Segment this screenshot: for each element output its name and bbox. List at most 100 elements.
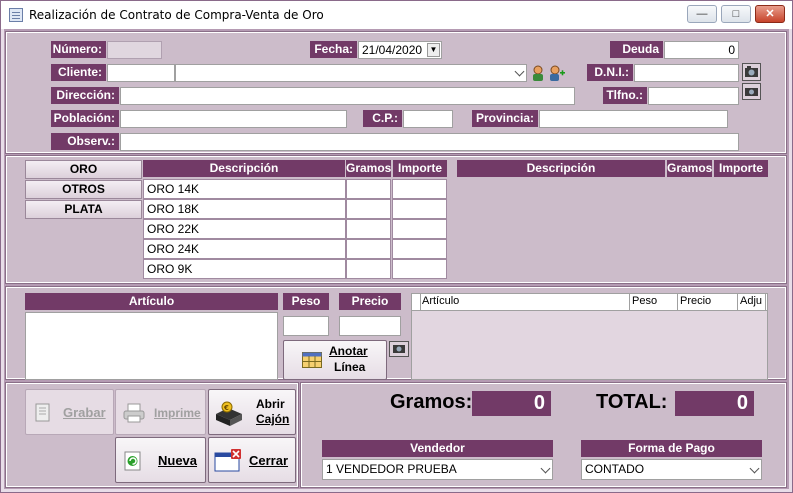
table-grid-icon (302, 352, 322, 368)
lines-col-adju: Adju (740, 295, 763, 307)
title-bar: Realización de Contrato de Compra-Venta … (1, 1, 792, 29)
imprime-label: Imprime (154, 406, 201, 420)
grabar-label: Grabar (63, 405, 106, 420)
window-title: Realización de Contrato de Compra-Venta … (29, 8, 324, 22)
table-row-gramos[interactable] (346, 259, 391, 279)
cliente-name-combobox[interactable] (175, 64, 527, 82)
contract-window: Realización de Contrato de Compra-Venta … (0, 0, 793, 493)
cliente-label: Cliente: (51, 64, 106, 81)
forma-pago-value: CONTADO (585, 462, 645, 476)
grabar-button[interactable]: Grabar (25, 389, 114, 435)
numero-label: Número: (51, 41, 106, 58)
cerrar-label: Cerrar (249, 453, 289, 468)
tlfno-input[interactable] (648, 87, 739, 105)
client-area: Número: Fecha: 21/04/2020 ▼ Deuda 0 Clie… (4, 29, 789, 489)
deuda-label: Deuda (610, 41, 663, 58)
table-row-importe[interactable] (392, 219, 447, 239)
printer-icon (123, 403, 145, 423)
peso-header: Peso (283, 293, 329, 310)
articulo-list[interactable] (25, 312, 278, 380)
cerrar-button[interactable]: Cerrar (208, 437, 296, 483)
vendedor-value: 1 VENDEDOR PRUEBA (326, 462, 457, 476)
dni-input[interactable] (634, 64, 739, 82)
cp-input[interactable] (403, 110, 453, 128)
fecha-date-picker[interactable]: 21/04/2020 ▼ (358, 41, 442, 59)
table-row-importe[interactable] (392, 199, 447, 219)
category-plata-button[interactable]: PLATA (25, 200, 142, 219)
table-row-descripcion[interactable]: ORO 22K (143, 219, 346, 239)
table-row-gramos[interactable] (346, 239, 391, 259)
table-row-descripcion[interactable]: ORO 24K (143, 239, 346, 259)
table-row-importe[interactable] (392, 259, 447, 279)
total-label: TOTAL: (596, 391, 668, 413)
chevron-down-icon (514, 66, 525, 77)
category-oro-button[interactable]: ORO (25, 160, 142, 179)
imprime-button[interactable]: Imprime (115, 389, 206, 435)
anotar-label: Anotar (329, 344, 368, 358)
anotar-linea-button[interactable]: Anotar Línea (283, 340, 387, 380)
right-col-importe-header: Importe (714, 160, 768, 177)
poblacion-input[interactable] (120, 110, 347, 128)
abrir-label: Abrir (256, 397, 285, 411)
articulo-header: Artículo (25, 293, 278, 310)
forma-pago-header: Forma de Pago (581, 440, 762, 457)
lines-grid[interactable]: Artículo Peso Precio Adju (411, 293, 768, 380)
products-panel: ORO OTROS PLATA Descripción Gramos Impor… (5, 155, 787, 284)
date-dropdown-button[interactable]: ▼ (427, 43, 440, 57)
abrir-cajon-button[interactable]: € Abrir Cajón (208, 389, 296, 435)
lines-col-articulo: Artículo (422, 295, 460, 307)
table-row-gramos[interactable] (346, 199, 391, 219)
total-value: 0 (675, 391, 754, 416)
peso-input[interactable] (283, 316, 329, 336)
cliente-code-input[interactable] (107, 64, 175, 82)
direccion-input[interactable] (120, 87, 575, 105)
minimize-button[interactable]: — (687, 5, 717, 23)
table-row-descripcion[interactable]: ORO 18K (143, 199, 346, 219)
nueva-button[interactable]: Nueva (115, 437, 206, 483)
provincia-input[interactable] (539, 110, 728, 128)
table-row-importe[interactable] (392, 239, 447, 259)
precio-input[interactable] (339, 316, 401, 336)
observ-input[interactable] (120, 133, 739, 151)
tlfno-label: Tlfno.: (603, 87, 647, 104)
precio-header: Precio (339, 293, 401, 310)
add-client-icon[interactable] (548, 64, 566, 82)
dni-label: D.N.I.: (587, 64, 633, 81)
forma-pago-select[interactable]: CONTADO (581, 459, 762, 480)
deuda-field: 0 (664, 41, 739, 59)
article-panel: Artículo Peso Precio Anotar Línea Artícu… (5, 286, 787, 380)
table-row-gramos[interactable] (346, 179, 391, 199)
document-save-icon (35, 403, 50, 422)
linea-label: Línea (334, 360, 366, 374)
camera-scan-icon[interactable] (742, 83, 761, 100)
direccion-label: Dirección: (51, 87, 119, 104)
table-row-gramos[interactable] (346, 219, 391, 239)
col-importe-header: Importe (393, 160, 447, 177)
provincia-label: Provincia: (472, 110, 538, 127)
fecha-value: 21/04/2020 (362, 43, 423, 57)
svg-text:€: € (223, 404, 229, 412)
chevron-down-icon (540, 463, 551, 474)
fecha-label: Fecha: (310, 41, 357, 58)
search-client-icon[interactable] (530, 64, 548, 82)
nueva-label: Nueva (158, 453, 198, 468)
actions-panel: Grabar Imprime € Abrir Cajón Nueva Cerra… (5, 382, 299, 488)
cp-label: C.P.: (363, 110, 402, 127)
app-icon (9, 8, 23, 22)
numero-field (107, 41, 162, 59)
table-row-importe[interactable] (392, 179, 447, 199)
vendedor-select[interactable]: 1 VENDEDOR PRUEBA (322, 459, 553, 480)
category-otros-button[interactable]: OTROS (25, 180, 142, 199)
cash-drawer-icon: € (216, 401, 242, 426)
lines-col-precio: Precio (680, 295, 712, 307)
close-button[interactable]: ✕ (755, 5, 785, 23)
right-col-gramos-header: Gramos (667, 160, 713, 177)
camera-icon[interactable] (742, 63, 761, 81)
lines-col-peso: Peso (632, 295, 658, 307)
chevron-down-icon (749, 463, 760, 474)
table-row-descripcion[interactable]: ORO 14K (143, 179, 346, 199)
camera-small-icon[interactable] (389, 341, 409, 357)
maximize-button[interactable]: □ (721, 5, 751, 23)
table-row-descripcion[interactable]: ORO 9K (143, 259, 346, 279)
poblacion-label: Población: (51, 110, 119, 127)
